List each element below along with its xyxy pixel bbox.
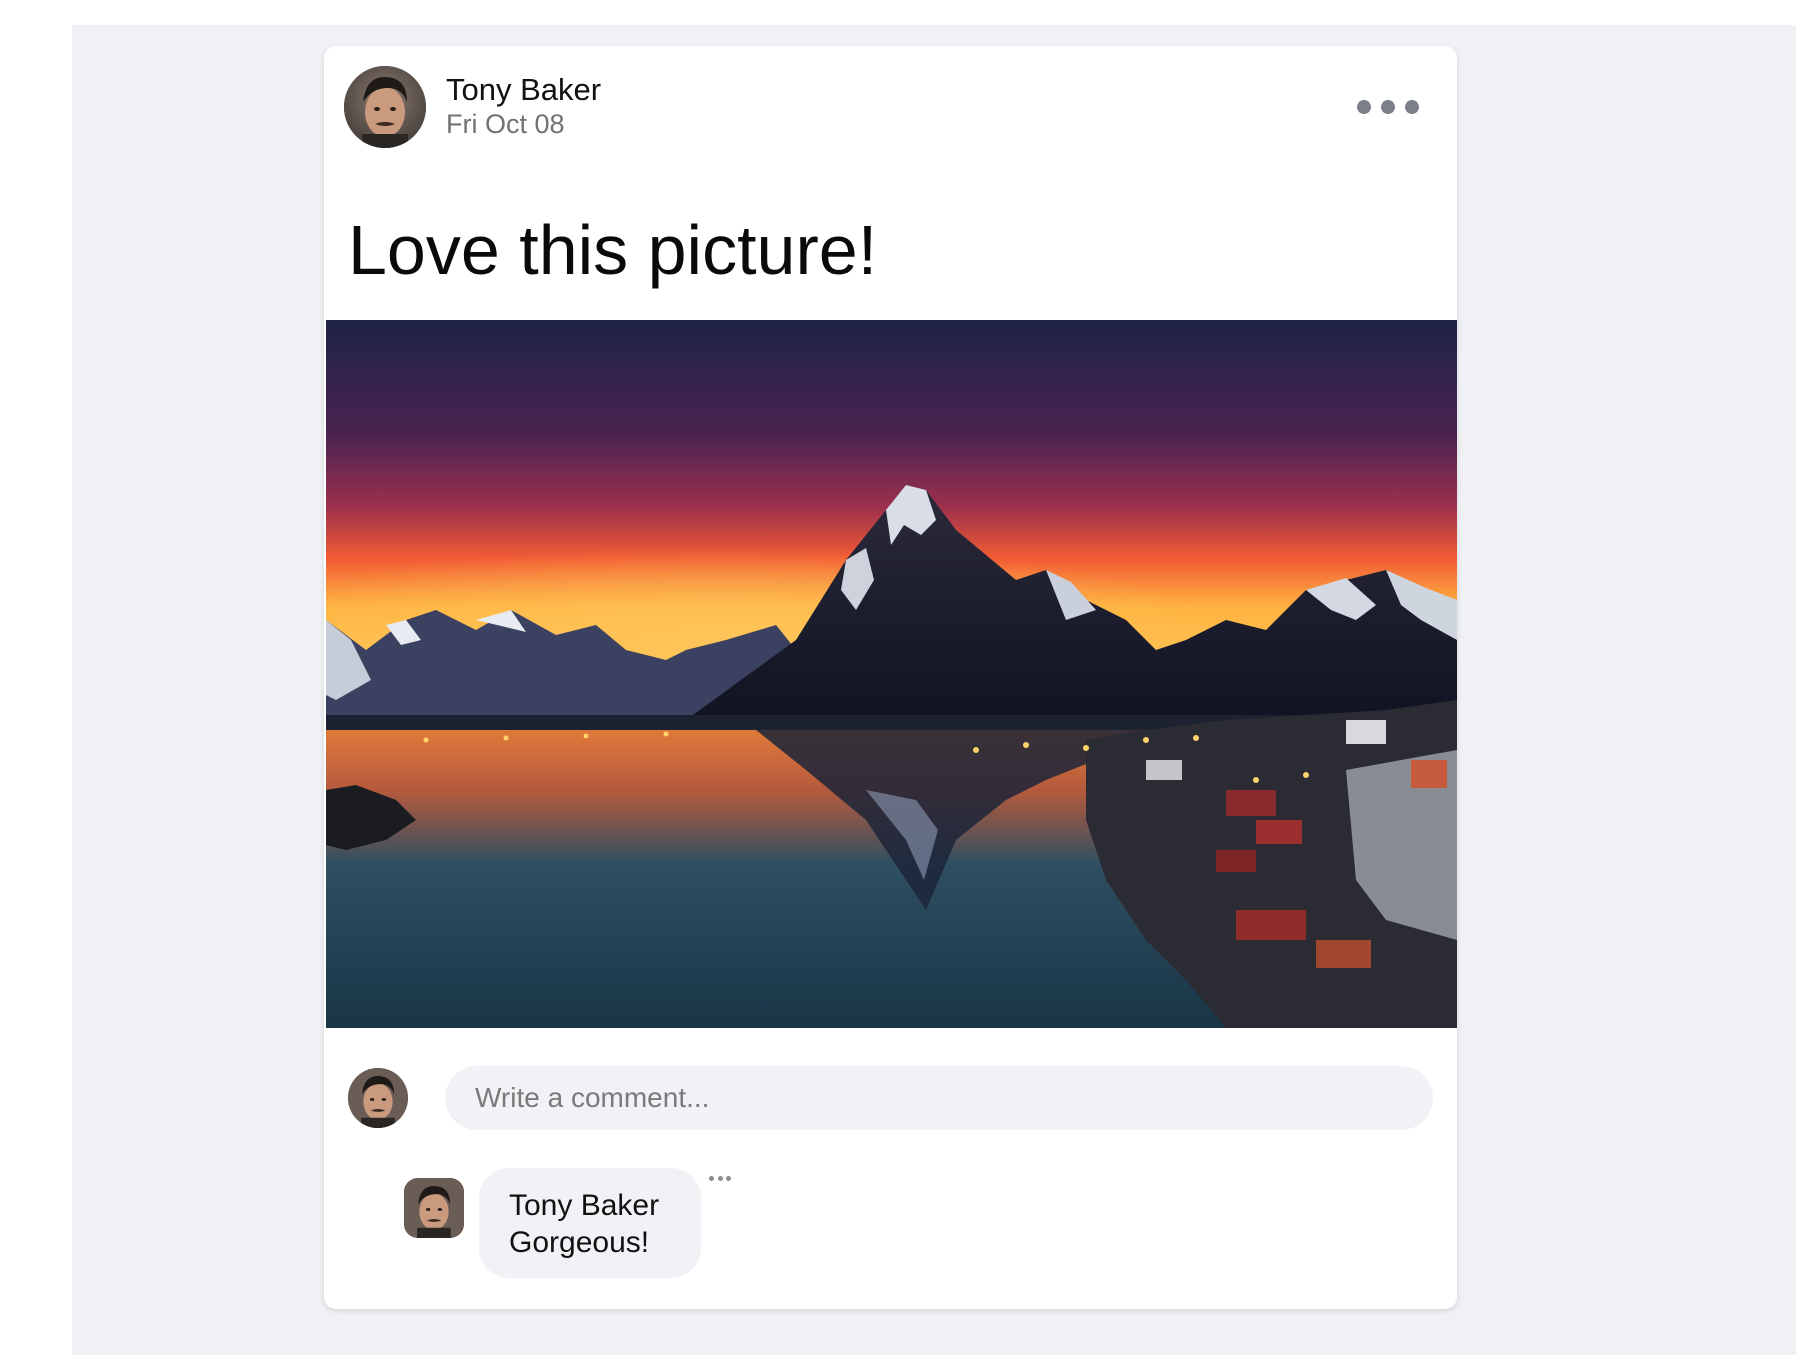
more-horizontal-icon[interactable] <box>1357 92 1419 122</box>
comment-author-avatar[interactable] <box>404 1178 464 1238</box>
post-text: Love this picture! <box>348 211 878 289</box>
comment-item: Tony Baker Gorgeous! <box>404 1168 804 1280</box>
post-date: Fri Oct 08 <box>446 109 565 139</box>
dot <box>1357 100 1371 114</box>
post-image[interactable] <box>326 320 1457 1028</box>
comment-composer <box>348 1066 1433 1130</box>
comment-author-name[interactable]: Tony Baker <box>509 1188 659 1224</box>
comment-text: Gorgeous! <box>509 1226 650 1259</box>
comment-input[interactable] <box>445 1066 1433 1130</box>
post-author-name[interactable]: Tony Baker <box>446 72 601 108</box>
author-avatar[interactable] <box>344 66 426 148</box>
post-header: Tony Baker Fri Oct 08 <box>344 66 1437 148</box>
dot <box>717 1175 723 1181</box>
post-card: Tony Baker Fri Oct 08 Love this picture! <box>324 46 1457 1309</box>
dot <box>726 1175 731 1181</box>
more-horizontal-icon[interactable] <box>709 1172 731 1184</box>
dot <box>1381 100 1395 114</box>
current-user-avatar <box>348 1068 408 1128</box>
dot <box>1405 100 1419 114</box>
dot <box>709 1175 714 1181</box>
comment-bubble: Tony Baker Gorgeous! <box>479 1168 701 1278</box>
